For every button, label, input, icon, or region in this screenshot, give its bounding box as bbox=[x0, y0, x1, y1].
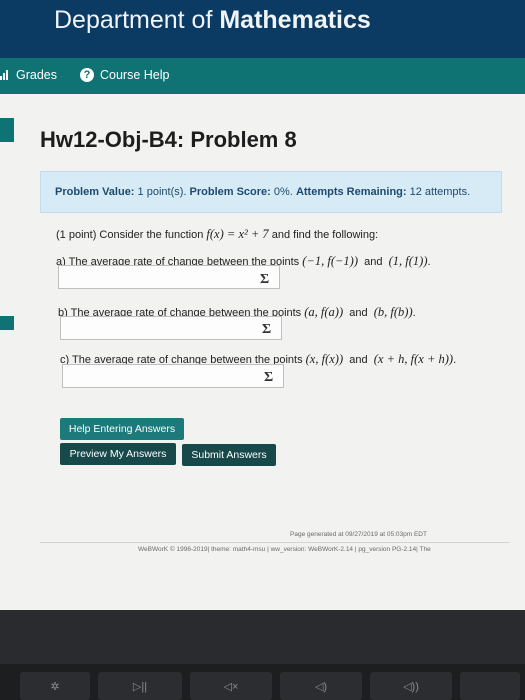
top-nav: Grades ? Course Help bbox=[0, 58, 525, 94]
department-title: Department of Mathematics bbox=[54, 6, 371, 34]
site-header: Department of Mathematics bbox=[0, 0, 525, 58]
equation-editor-icon[interactable]: Σ bbox=[262, 322, 271, 338]
play-pause-key: ▷|| bbox=[98, 672, 182, 700]
sidebar-tab[interactable] bbox=[0, 118, 14, 142]
equation-editor-icon[interactable]: Σ bbox=[264, 370, 273, 386]
footer-divider bbox=[40, 542, 510, 543]
sidebar-tab-2[interactable] bbox=[0, 316, 14, 330]
nav-grades[interactable]: Grades bbox=[0, 68, 57, 82]
problem-info-text: Problem Value: 1 point(s). Problem Score… bbox=[55, 186, 471, 198]
submit-answers-button[interactable]: Submit Answers bbox=[182, 444, 276, 466]
page-title: Hw12-Obj-B4: Problem 8 bbox=[40, 127, 297, 152]
page-generated-text: Page generated at 09/27/2019 at 05:03pm … bbox=[290, 531, 427, 538]
nav-course-help[interactable]: ? Course Help bbox=[80, 68, 169, 82]
blank-key bbox=[460, 672, 520, 700]
problem-intro: (1 point) Consider the function f(x) = x… bbox=[56, 227, 379, 241]
preview-answers-button[interactable]: Preview My Answers bbox=[60, 443, 176, 465]
help-entering-answers-button[interactable]: Help Entering Answers bbox=[60, 418, 184, 440]
nav-grades-label: Grades bbox=[16, 68, 57, 82]
answer-input-b[interactable] bbox=[60, 316, 282, 340]
nav-course-help-label: Course Help bbox=[100, 68, 170, 82]
help-icon: ? bbox=[80, 68, 94, 82]
volume-down-key: ◁) bbox=[280, 672, 362, 700]
answer-input-a[interactable] bbox=[58, 265, 280, 289]
answer-input-c[interactable] bbox=[62, 364, 284, 388]
credits-text: WeBWorK © 1996-2019| theme: math4-msu | … bbox=[138, 546, 431, 553]
problem-info-box: Problem Value: 1 point(s). Problem Score… bbox=[40, 171, 502, 213]
equation-editor-icon[interactable]: Σ bbox=[260, 272, 269, 288]
brightness-key: ✲ bbox=[20, 672, 90, 700]
volume-up-key: ◁)) bbox=[370, 672, 452, 700]
mute-key: ◁× bbox=[190, 672, 272, 700]
grades-icon bbox=[0, 70, 10, 80]
